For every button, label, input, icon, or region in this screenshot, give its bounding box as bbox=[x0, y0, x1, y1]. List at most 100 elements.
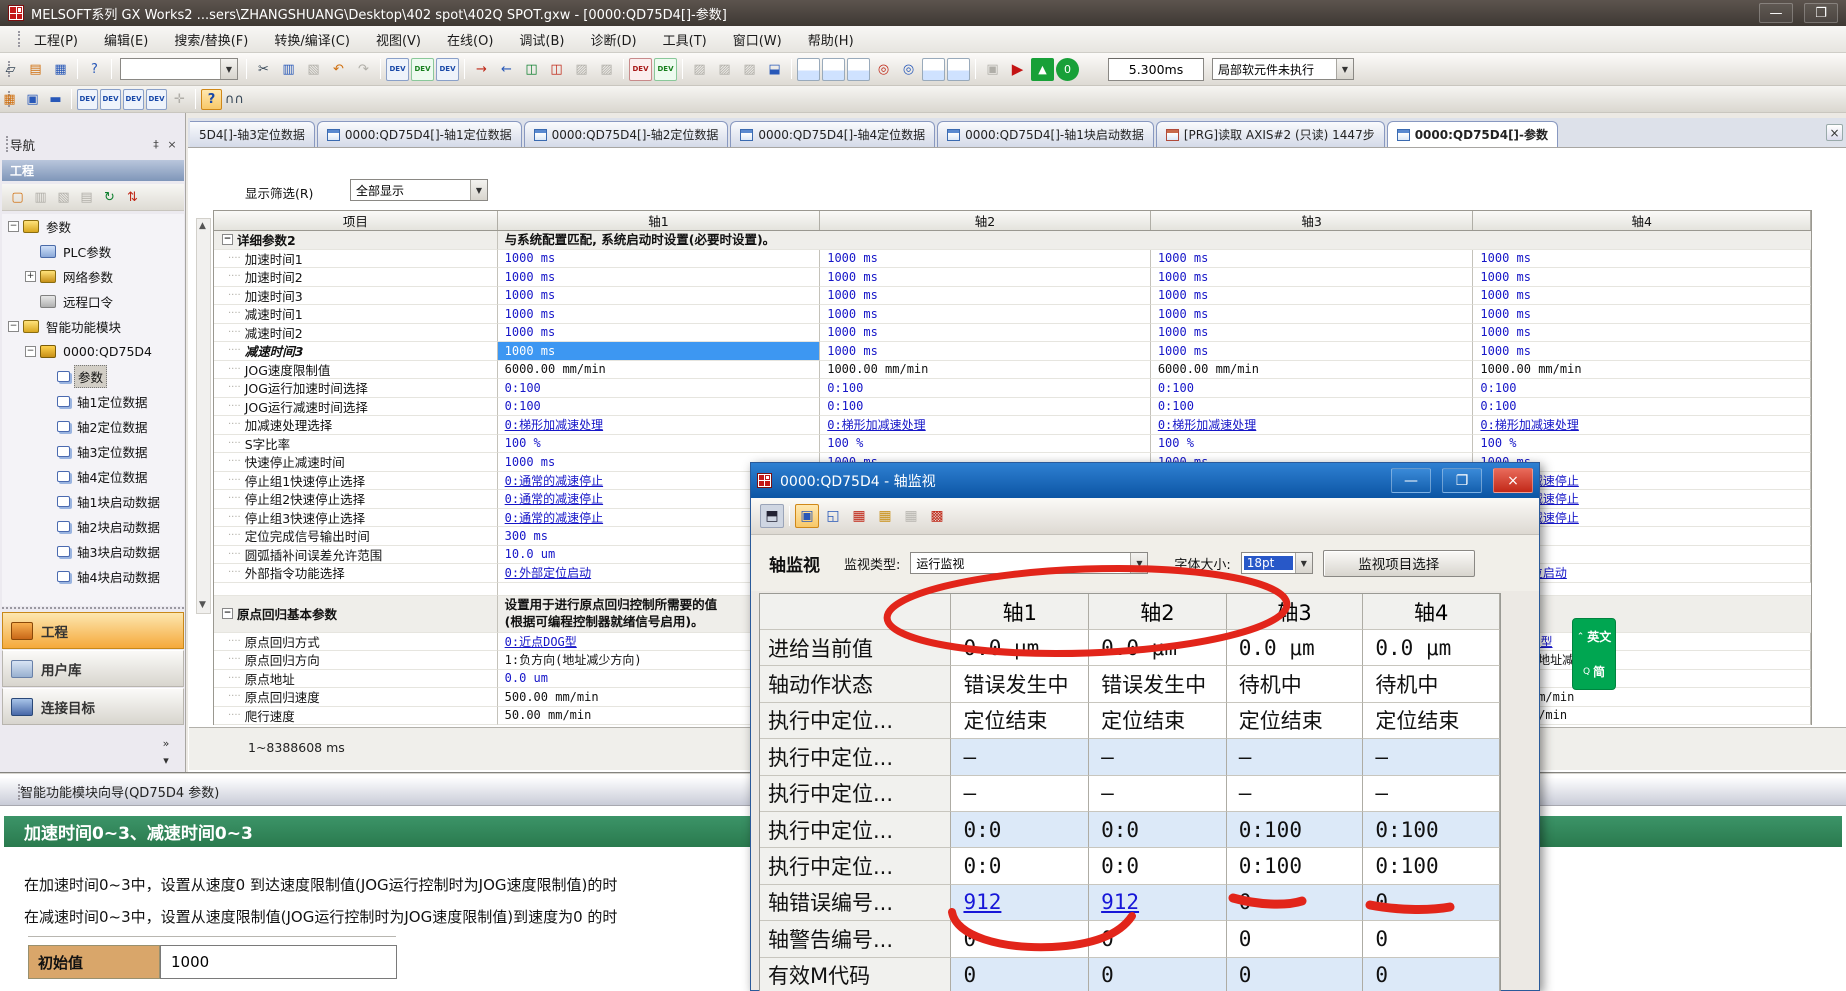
tab-5[interactable]: 0000:QD75D4[]-轴1块启动数据 bbox=[937, 121, 1154, 147]
parameter-value-axis3[interactable]: 1000 ms bbox=[1151, 268, 1474, 287]
parameter-value-axis4[interactable]: 100 % bbox=[1473, 435, 1811, 454]
parameter-value-axis1[interactable]: 100 % bbox=[498, 435, 821, 454]
monitor-value-axis1[interactable]: 错误发生中 bbox=[951, 666, 1089, 702]
monitor-value-axis1[interactable]: 0 bbox=[951, 958, 1089, 991]
parameter-value-axis1[interactable]: 1000 ms bbox=[498, 268, 821, 287]
parameter-value-axis2[interactable]: 100 % bbox=[820, 435, 1151, 454]
parameter-name-cell[interactable]: ····加速时间2 bbox=[214, 268, 498, 287]
parameter-value-axis2[interactable]: 0:100 bbox=[820, 379, 1151, 398]
device-reg-icon[interactable]: DEV bbox=[654, 58, 677, 81]
collapse-icon[interactable]: − bbox=[8, 221, 19, 232]
monitor-value-axis2[interactable]: – bbox=[1089, 739, 1227, 775]
parameter-value-axis1[interactable]: 0:100 bbox=[498, 379, 821, 398]
inactive-icon[interactable]: ▦ bbox=[899, 504, 923, 528]
parameter-name-cell[interactable]: ····加速时间1 bbox=[214, 250, 498, 269]
cut-icon[interactable]: ✂ bbox=[252, 58, 275, 81]
tab-4[interactable]: 0000:QD75D4[]-轴4定位数据 bbox=[730, 121, 935, 147]
tab-3[interactable]: 0000:QD75D4[]-轴2定位数据 bbox=[524, 121, 729, 147]
ime-chevron-icon[interactable]: ⌃ bbox=[1577, 632, 1585, 642]
new-data-icon[interactable]: ▢ bbox=[7, 187, 28, 208]
parameter-value-axis4[interactable]: 1000 ms bbox=[1473, 305, 1811, 324]
monitor-value-axis4[interactable]: 0 bbox=[1363, 958, 1500, 991]
collapse-icon[interactable]: − bbox=[222, 608, 233, 619]
parameter-value-axis2[interactable]: 1000 ms bbox=[820, 287, 1151, 306]
monitor-value-axis4[interactable]: 0:100 bbox=[1363, 848, 1500, 884]
tree-item-15[interactable]: 轴4块启动数据 bbox=[2, 564, 184, 589]
parameter-name-cell[interactable]: ····爬行速度 bbox=[214, 707, 498, 726]
inactive2-icon[interactable]: ▨ bbox=[713, 58, 736, 81]
copy-icon[interactable]: ▥ bbox=[277, 58, 300, 81]
monitor-value-axis3[interactable]: 0 bbox=[1227, 958, 1364, 991]
tree-item-13[interactable]: 轴2块启动数据 bbox=[2, 514, 184, 539]
device-display-icon[interactable]: DEV bbox=[411, 58, 434, 81]
parameter-name-cell[interactable]: ····停止组1快速停止选择 bbox=[214, 472, 498, 491]
expand-icon[interactable]: + bbox=[25, 271, 36, 282]
error-code-link[interactable]: 912 bbox=[1101, 890, 1139, 914]
nav-button-userlib[interactable]: 用户库 bbox=[2, 650, 184, 687]
monitor-value-axis4[interactable]: 定位结束 bbox=[1363, 703, 1500, 739]
tab-1[interactable]: 5D4[]-轴3定位数据 bbox=[190, 121, 315, 147]
monitor-value-axis4[interactable]: 待机中 bbox=[1363, 666, 1500, 702]
monitor-value-axis3[interactable]: 0 bbox=[1227, 885, 1364, 921]
parameter-name-cell[interactable]: ····原点回归速度 bbox=[214, 688, 498, 707]
chevron-down-icon[interactable]: ▼ bbox=[1336, 59, 1353, 79]
parameter-value-axis4[interactable]: 1000 ms bbox=[1473, 324, 1811, 343]
monitor-value-axis2[interactable]: 0.0 μm bbox=[1089, 630, 1227, 666]
device-mem2-icon[interactable]: DEV bbox=[100, 89, 121, 110]
monitor-value-axis3[interactable]: 待机中 bbox=[1227, 666, 1364, 702]
parameter-value-axis4[interactable]: 1000 ms bbox=[1473, 287, 1811, 306]
parameter-value-axis3[interactable]: 0:梯形加减速处理 bbox=[1151, 416, 1474, 435]
parameter-name-cell[interactable]: ····S字比率 bbox=[214, 435, 498, 454]
tree-item-5[interactable]: −智能功能模块 bbox=[2, 314, 184, 339]
parameter-value-axis1[interactable]: 0:100 bbox=[498, 398, 821, 417]
parameter-name-cell[interactable]: ····圆弧插补间误差允许范围 bbox=[214, 546, 498, 565]
ime-language-panel[interactable]: ⌃英文 Q简 bbox=[1572, 618, 1616, 690]
monitor-value-axis1[interactable]: 0:0 bbox=[951, 848, 1089, 884]
tab-6[interactable]: [PRG]读取 AXIS#2 (只读) 1447步 bbox=[1156, 121, 1385, 147]
parameter-value-axis4[interactable]: 1000 ms bbox=[1473, 342, 1811, 361]
parameter-value-axis1[interactable]: 1000 ms bbox=[498, 287, 821, 306]
monitor-value-axis1[interactable]: 定位结束 bbox=[951, 703, 1089, 739]
parameter-value-axis3[interactable]: 1000 ms bbox=[1151, 287, 1474, 306]
monitor-value-axis1[interactable]: 0:0 bbox=[951, 812, 1089, 848]
new-project-icon[interactable]: ▱ bbox=[0, 58, 22, 81]
data-info-icon[interactable]: ▤ bbox=[76, 187, 97, 208]
trace2-icon[interactable] bbox=[822, 58, 845, 81]
paste-icon[interactable]: ▧ bbox=[302, 58, 325, 81]
inactive1-icon[interactable]: ▨ bbox=[688, 58, 711, 81]
redo-icon[interactable]: ↷ bbox=[352, 58, 375, 81]
scroll-up-icon[interactable]: ▲ bbox=[199, 222, 208, 231]
pin-icon[interactable]: ‡ bbox=[148, 136, 164, 152]
monitor-value-axis4[interactable]: 0:100 bbox=[1363, 812, 1500, 848]
tree-item-2[interactable]: PLC参数 bbox=[2, 239, 184, 264]
menu-item-8[interactable]: 诊断(D) bbox=[590, 30, 636, 49]
parameter-name-cell[interactable]: ····原点地址 bbox=[214, 670, 498, 689]
remote-pc-icon[interactable]: ⬓ bbox=[763, 58, 786, 81]
parameter-value-axis3[interactable]: 6000.00 mm/min bbox=[1151, 361, 1474, 380]
tree-item-3[interactable]: +网络参数 bbox=[2, 264, 184, 289]
parameter-value-axis4[interactable]: 0:梯形加减速处理 bbox=[1473, 416, 1811, 435]
monitor-minimize-button[interactable]: — bbox=[1391, 468, 1431, 493]
menu-item-1[interactable]: 工程(P) bbox=[34, 30, 78, 49]
monitor-value-axis2[interactable]: 定位结束 bbox=[1089, 703, 1227, 739]
inactive3-icon[interactable]: ▨ bbox=[738, 58, 761, 81]
monitor-value-axis3[interactable]: 0:100 bbox=[1227, 812, 1364, 848]
parameter-value-axis2[interactable]: 1000 ms bbox=[820, 342, 1151, 361]
monitor-value-axis3[interactable]: 0 bbox=[1227, 921, 1364, 957]
parameter-name-cell[interactable]: ····减速时间1 bbox=[214, 305, 498, 324]
monitor-value-axis1[interactable]: 0 bbox=[951, 921, 1089, 957]
parameter-value-axis3[interactable]: 1000 ms bbox=[1151, 342, 1474, 361]
parameter-value-axis1[interactable]: 1000 ms bbox=[498, 342, 821, 361]
module-help-icon[interactable]: ? bbox=[201, 89, 222, 110]
parameter-value-axis4[interactable]: 1000.00 mm/min bbox=[1473, 361, 1811, 380]
monitor-value-axis3[interactable]: 0:100 bbox=[1227, 848, 1364, 884]
tree-item-14[interactable]: 轴3块启动数据 bbox=[2, 539, 184, 564]
sampling2-icon[interactable] bbox=[947, 58, 970, 81]
monitor-value-axis4[interactable]: 0 bbox=[1363, 921, 1500, 957]
trace3-icon[interactable] bbox=[847, 58, 870, 81]
parameter-name-cell[interactable]: −详细参数2 bbox=[214, 231, 498, 250]
tree-item-7[interactable]: 参数 bbox=[2, 364, 184, 389]
ime-magnifier-icon[interactable]: Q bbox=[1583, 667, 1590, 677]
menu-item-6[interactable]: 在线(O) bbox=[447, 30, 493, 49]
parameter-name-cell[interactable]: ····减速时间2 bbox=[214, 324, 498, 343]
